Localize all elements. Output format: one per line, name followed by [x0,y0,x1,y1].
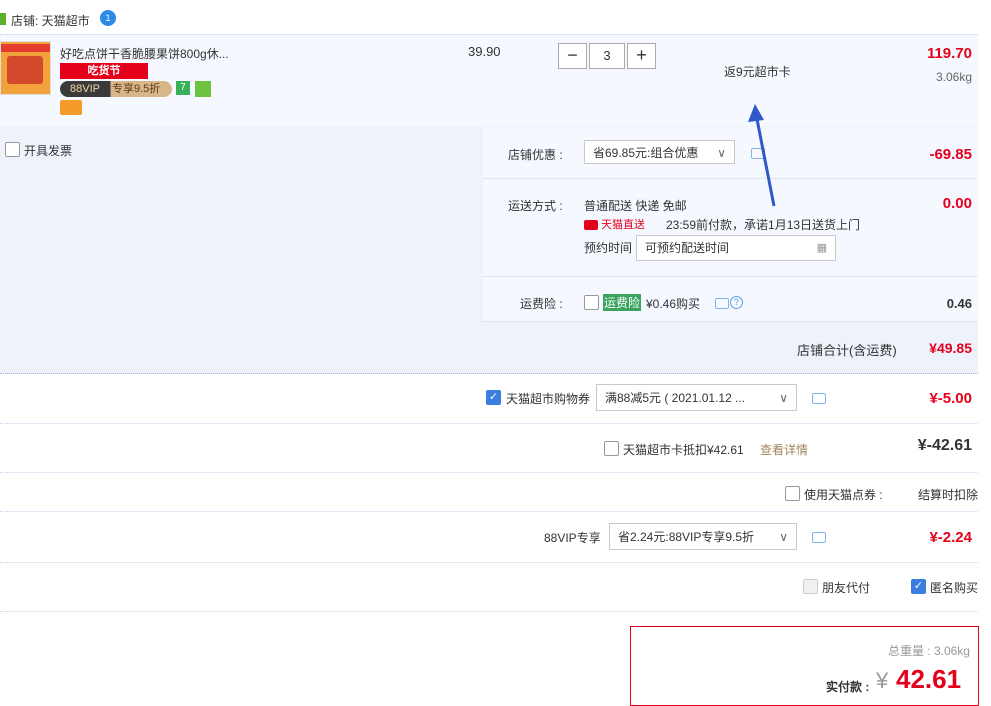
store-discount-label: 店铺优惠 : [508,148,563,162]
chat-badge: 1 [105,13,111,23]
card-detail-link[interactable]: 查看详情 [760,441,808,458]
card-icon [60,100,82,115]
divider [483,321,978,322]
annotation-arrow-icon [748,104,776,207]
store-discount-amount: -69.85 [929,146,972,163]
vip-value: 省2.24元:88VIP专享9.5折 [618,530,755,544]
quantity-stepper: − 3 + [558,43,656,69]
vip-badge: 88VIP 专享9.5折 [60,81,172,97]
shipping-amount: 0.00 [942,195,972,212]
comment-icon[interactable] [715,298,729,309]
delivery-promise: 23:59前付款，承诺1月13日送货上门 [666,218,861,232]
chevron-down-icon: ∨ [779,530,788,544]
currency-symbol: ¥ [876,668,889,693]
seven-day-return-icon: 7 [176,81,190,95]
coupon-amount: ¥-5.00 [929,390,972,407]
qty-minus-button[interactable]: − [558,43,587,69]
store-icon [0,13,6,25]
divider [0,611,978,612]
points-checkbox[interactable] [785,486,800,501]
card-amount: ¥-42.61 [917,437,972,454]
card-label: 天猫超市卡抵扣¥42.61 [623,443,744,457]
shipping-label: 运送方式 : [508,199,563,213]
store-total-amount: ¥49.85 [929,340,972,356]
promo-tag: 吃货节 [60,63,148,79]
item-title[interactable]: 好吃点饼干香脆腰果饼800g休... [60,45,229,62]
tmall-direct-text: 天猫直送 [601,219,645,231]
total-weight: 总重量 : 3.06kg [887,644,970,658]
schedule-placeholder: 可预约配送时间 [645,241,730,255]
invoice-checkbox[interactable] [5,142,20,157]
qty-plus-button[interactable]: + [627,43,656,69]
calendar-icon: ▦ [816,242,827,254]
vip-badge-left: 88VIP [70,83,100,95]
shipping-method: 普通配送 快递 免邮 [584,199,687,213]
pay-label: 实付款 : [826,680,870,694]
service-icon [195,81,211,97]
vip-badge-right: 专享9.5折 [112,83,161,95]
pay-amount: 42.61 [896,664,962,694]
tmall-direct-badge: 天猫直送 [584,216,656,231]
product-thumbnail[interactable] [0,41,51,95]
item-subtotal: 119.70 [926,45,972,62]
chevron-down-icon: ∨ [717,146,726,160]
insurance-checkbox[interactable] [584,295,599,310]
coupon-value: 满88减5元 ( 2021.01.12 ... [605,391,746,405]
divider [0,472,978,473]
divider [0,511,978,512]
unit-price: 39.90 [468,44,501,59]
store-discount-select[interactable]: 省69.85元:组合优惠 ∨ [584,140,735,164]
insurance-label: 运费险 : [520,297,563,311]
qty-input[interactable]: 3 [589,43,625,69]
coupon-checkbox[interactable]: ✓ [486,390,501,405]
insurance-amount: 0.46 [946,296,972,311]
vip-label: 88VIP专享 [544,531,601,545]
wangwang-chat-icon[interactable]: 1 [100,10,116,26]
tmall-cat-icon [584,220,598,231]
friend-pay-label: 朋友代付 [822,581,871,595]
anonymous-checkbox[interactable]: ✓ [911,579,926,594]
item-weight: 3.06kg [935,70,972,84]
store-discount-value: 省69.85元:组合优惠 [593,146,699,160]
comment-icon[interactable] [812,532,826,543]
chevron-down-icon: ∨ [779,391,788,405]
card-checkbox[interactable] [604,441,619,456]
coupon-select[interactable]: 满88减5元 ( 2021.01.12 ... ∨ [596,384,797,411]
coupon-label: 天猫超市购物券 [506,392,591,406]
divider [0,562,978,563]
insurance-text: ¥0.46购买 [646,297,701,311]
invoice-label: 开具发票 [24,144,73,158]
help-icon[interactable]: ? [730,296,743,309]
anonymous-label: 匿名购买 [930,581,979,595]
divider [483,276,978,277]
divider [0,423,978,424]
shop-name[interactable]: 店铺: 天猫超市 [11,12,90,29]
store-total-label: 店铺合计(含运费) [797,343,897,358]
schedule-label: 预约时间 [584,241,633,255]
comment-icon[interactable] [812,393,826,404]
vip-select[interactable]: 省2.24元:88VIP专享9.5折 ∨ [609,523,797,550]
points-label: 使用天猫点券 : [804,488,883,502]
insurance-tag: 运费险 [603,294,642,311]
points-note: 结算时扣除 [918,488,979,502]
rebate-text: 返9元超市卡 [724,65,791,79]
schedule-time-input[interactable]: 可预约配送时间 ▦ [636,235,836,261]
vip-amount: ¥-2.24 [929,529,972,546]
friend-pay-checkbox[interactable] [803,579,818,594]
divider [483,178,978,179]
